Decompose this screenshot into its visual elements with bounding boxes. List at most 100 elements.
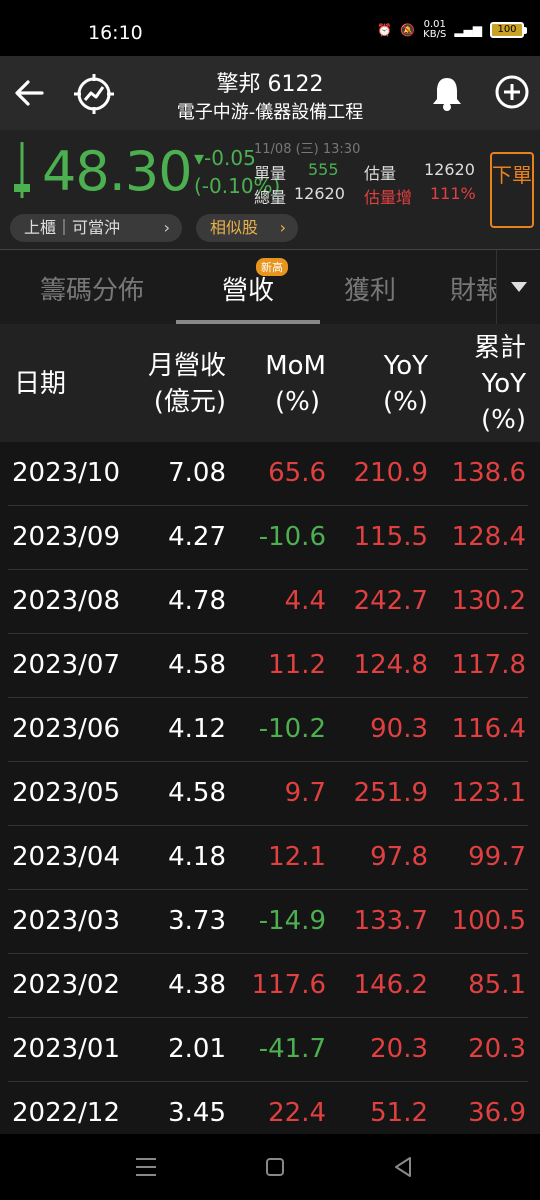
cell-cum-yoy: 85.1 [468, 970, 526, 1000]
tab-bar: 籌碼分佈 營收 新高 獲利 財報 [0, 250, 540, 324]
market-tag-label: 上櫃｜可當沖 [24, 218, 121, 237]
est-inc-label: 估量增 [364, 188, 413, 207]
cell-cum-yoy: 117.8 [451, 650, 526, 680]
cell-revenue: 3.45 [168, 1098, 226, 1128]
table-row: 2023/09 4.27 -10.6 115.5 128.4 [0, 506, 540, 570]
header-cum-yoy: YoY [481, 369, 526, 399]
table-row: 2023/06 4.12 -10.2 90.3 116.4 [0, 698, 540, 762]
bell-icon[interactable] [430, 74, 464, 112]
status-time: 16:10 [88, 22, 143, 44]
total-vol-value: 12620 [294, 184, 345, 203]
cell-date: 2023/04 [12, 842, 121, 872]
table-row: 2023/02 4.38 117.6 146.2 85.1 [0, 954, 540, 1018]
tab-chip-distribution[interactable]: 籌碼分佈 [40, 270, 144, 307]
header-revenue: 月營收 [147, 351, 226, 381]
cell-mom: -14.9 [258, 906, 326, 936]
cell-cum-yoy: 99.7 [468, 842, 526, 872]
cell-yoy: 90.3 [370, 714, 428, 744]
cell-cum-yoy: 128.4 [451, 522, 526, 552]
signal-icon: ▂▄▆ [454, 23, 482, 37]
cell-cum-yoy: 138.6 [451, 458, 526, 488]
cell-date: 2023/06 [12, 714, 121, 744]
cell-mom: -10.6 [258, 522, 326, 552]
cell-yoy: 115.5 [353, 522, 428, 552]
cell-mom: 117.6 [251, 970, 326, 1000]
quote-panel: 48.30 ▾-0.05 (-0.10%) 11/08 (三) 13:30 單量… [0, 130, 540, 250]
cell-yoy: 51.2 [370, 1098, 428, 1128]
battery-icon: 100 [490, 22, 527, 38]
header-cum: 累計 [473, 333, 526, 363]
cell-date: 2023/01 [12, 1034, 121, 1064]
table-row: 2022/12 3.45 22.4 51.2 36.9 [0, 1082, 540, 1142]
cell-mom: -41.7 [258, 1034, 326, 1064]
cell-revenue: 7.08 [168, 458, 226, 488]
cell-mom: 65.6 [268, 458, 326, 488]
cell-date: 2022/12 [12, 1098, 121, 1128]
header-mom-unit: (%) [275, 387, 320, 417]
chevron-right-icon: › [163, 218, 170, 237]
order-button[interactable]: 下單 [490, 152, 534, 228]
cell-date: 2023/02 [12, 970, 121, 1000]
system-nav-bar [0, 1134, 540, 1200]
header-yoy: YoY [383, 351, 428, 381]
recent-apps-icon[interactable] [134, 1156, 158, 1178]
cell-cum-yoy: 123.1 [451, 778, 526, 808]
cell-yoy: 124.8 [353, 650, 428, 680]
est-inc-value: 111% [430, 184, 476, 203]
table-row: 2023/07 4.58 11.2 124.8 117.8 [0, 634, 540, 698]
cell-revenue: 4.27 [168, 522, 226, 552]
cell-date: 2023/03 [12, 906, 121, 936]
new-high-badge: 新高 [256, 258, 288, 276]
revenue-table[interactable]: 2023/10 7.08 65.6 210.9 138.6 2023/09 4.… [0, 442, 540, 1142]
table-row: 2023/01 2.01 -41.7 20.3 20.3 [0, 1018, 540, 1082]
table-row: 2023/08 4.78 4.4 242.7 130.2 [0, 570, 540, 634]
cell-date: 2023/09 [12, 522, 121, 552]
single-vol-label: 單量 [254, 164, 287, 183]
table-row: 2023/04 4.18 12.1 97.8 99.7 [0, 826, 540, 890]
add-circle-icon[interactable] [494, 74, 530, 110]
cell-cum-yoy: 130.2 [451, 586, 526, 616]
table-row: 2023/05 4.58 9.7 251.9 123.1 [0, 762, 540, 826]
tab-profit[interactable]: 獲利 [344, 270, 396, 307]
cell-revenue: 4.78 [168, 586, 226, 616]
cell-date: 2023/10 [12, 458, 121, 488]
cell-yoy: 97.8 [370, 842, 428, 872]
header-mom: MoM [265, 351, 326, 381]
est-vol-value: 12620 [424, 160, 475, 179]
app-header: 擎邦 6122 電子中游-儀器設備工程 [0, 56, 540, 130]
cell-revenue: 2.01 [168, 1034, 226, 1064]
tab-financials[interactable]: 財報 [450, 270, 502, 307]
single-vol-value: 555 [308, 160, 339, 179]
cell-mom: 12.1 [268, 842, 326, 872]
header-yoy-unit: (%) [383, 387, 428, 417]
tab-more-dropdown-icon[interactable] [496, 250, 540, 324]
status-bar: 16:10 ⏰ 🔕 0.01 KB/S ▂▄▆ 100 [0, 0, 540, 56]
chevron-right-icon: › [279, 218, 286, 237]
back-triangle-icon[interactable] [392, 1155, 414, 1179]
cell-cum-yoy: 100.5 [451, 906, 526, 936]
price-change: ▾-0.05 [194, 146, 256, 170]
last-price: 48.30 [42, 140, 193, 203]
cell-cum-yoy: 36.9 [468, 1098, 526, 1128]
home-icon[interactable] [264, 1156, 286, 1178]
cell-yoy: 242.7 [353, 586, 428, 616]
cell-yoy: 210.9 [353, 458, 428, 488]
cell-revenue: 4.18 [168, 842, 226, 872]
similar-stocks-button[interactable]: 相似股 › [196, 214, 298, 242]
cell-yoy: 251.9 [353, 778, 428, 808]
header-cum-unit: (%) [481, 405, 526, 435]
candle-icon [14, 142, 30, 198]
cell-revenue: 4.58 [168, 650, 226, 680]
cell-revenue: 4.38 [168, 970, 226, 1000]
market-tag-button[interactable]: 上櫃｜可當沖 › [10, 214, 182, 242]
cell-yoy: 146.2 [353, 970, 428, 1000]
cell-date: 2023/05 [12, 778, 121, 808]
quote-datetime: 11/08 (三) 13:30 [254, 142, 361, 157]
cell-yoy: 133.7 [353, 906, 428, 936]
header-date: 日期 [14, 369, 67, 399]
cell-revenue: 3.73 [168, 906, 226, 936]
cell-revenue: 4.58 [168, 778, 226, 808]
est-vol-label: 估量 [364, 164, 397, 183]
cell-mom: 9.7 [284, 778, 326, 808]
cell-mom: 11.2 [268, 650, 326, 680]
